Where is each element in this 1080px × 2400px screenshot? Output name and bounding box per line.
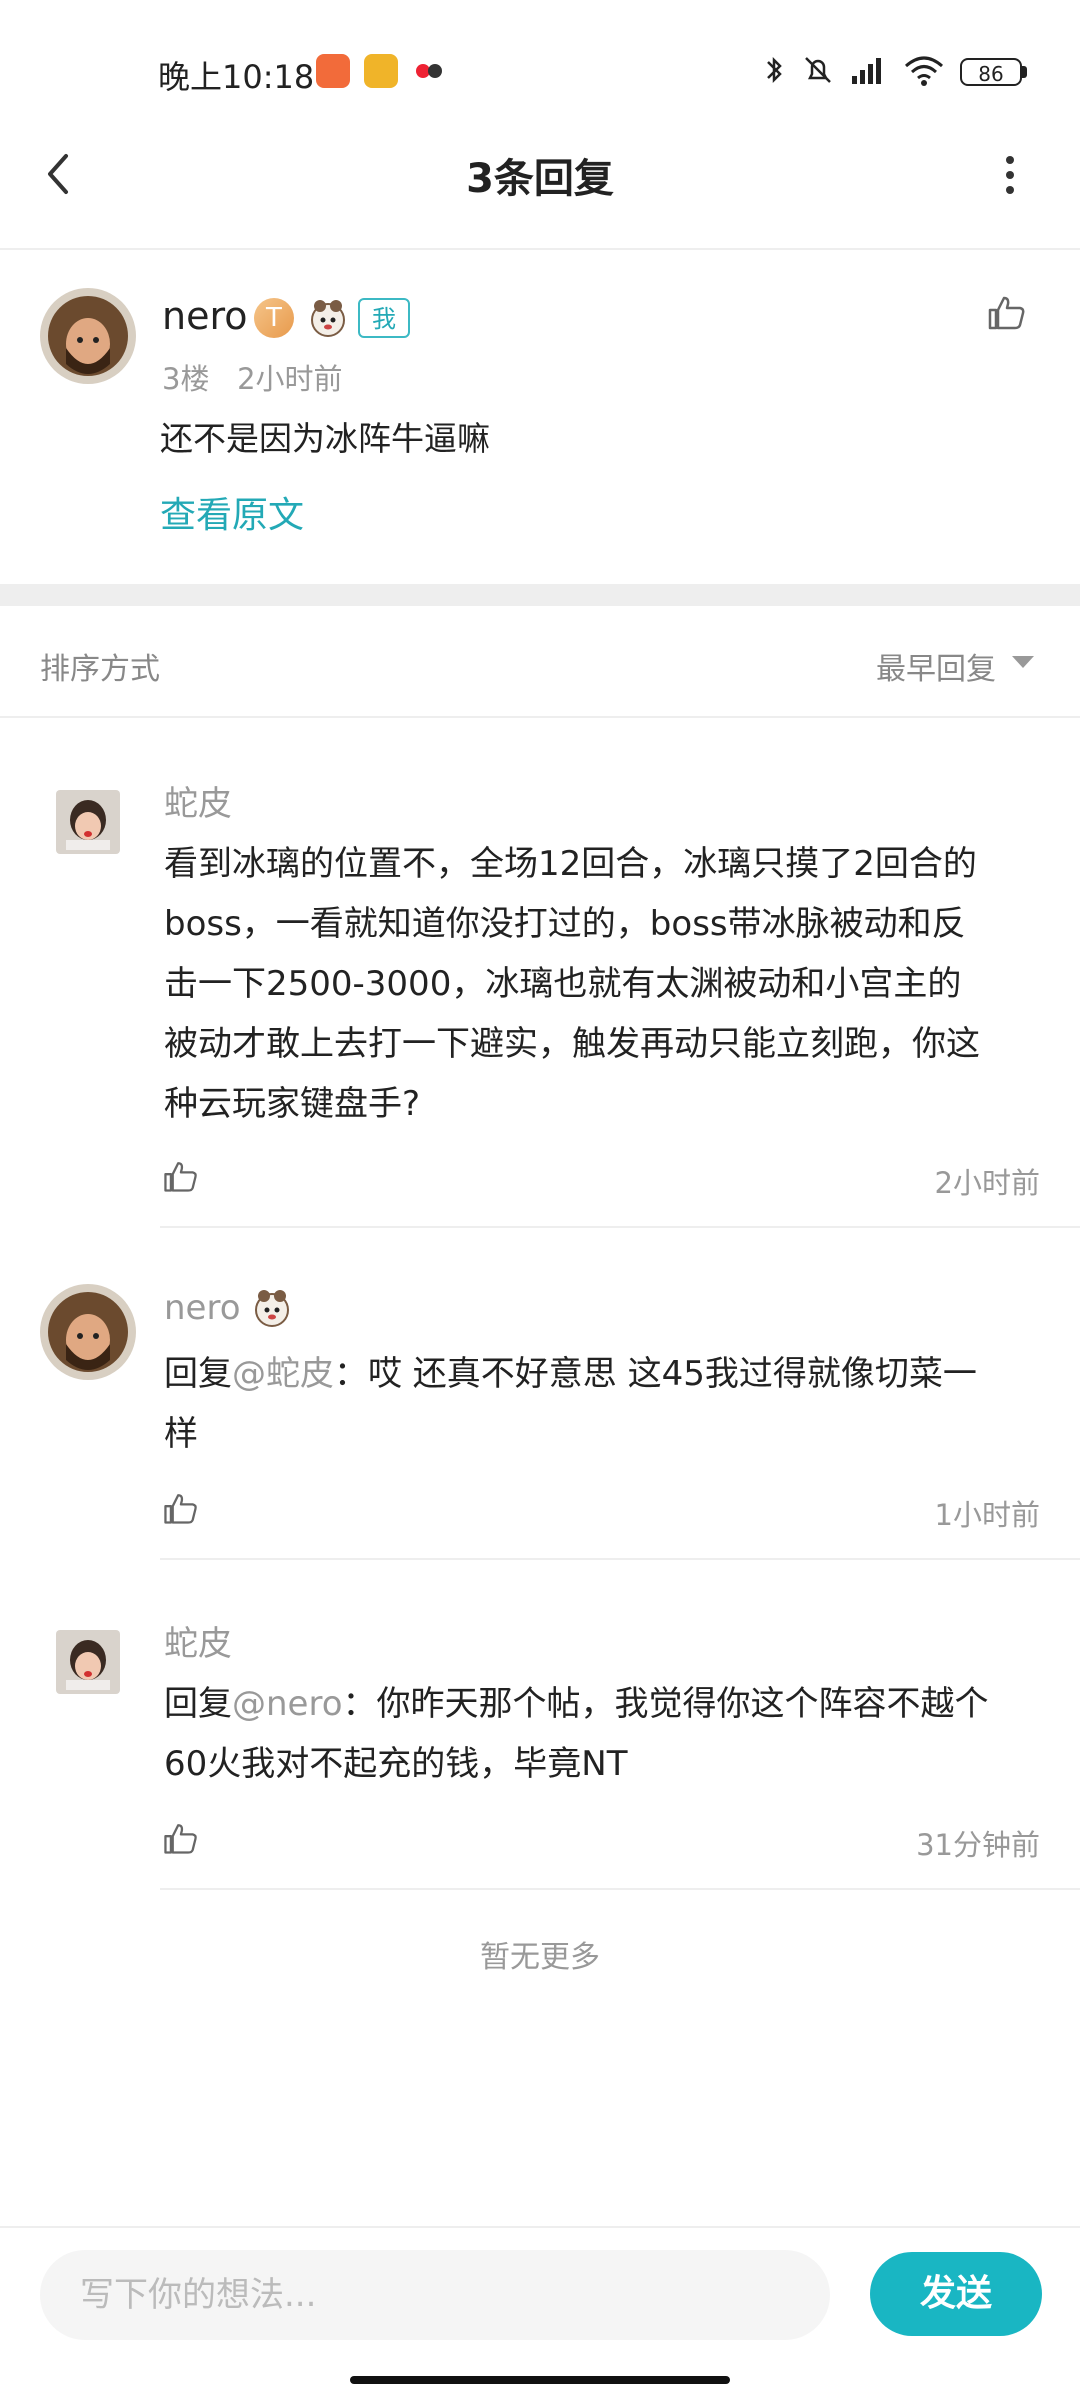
main-comment-avatar[interactable]: [40, 288, 136, 384]
thumbs-up-icon[interactable]: [160, 1156, 200, 1196]
reply-divider: [160, 1226, 1080, 1228]
reply-time: 31分钟前: [916, 1828, 1040, 1862]
me-badge: 我: [358, 298, 410, 338]
mascot-badge-icon: [306, 296, 350, 340]
no-more-text: 暂无更多: [480, 1940, 600, 1975]
page-title: 3条回复: [466, 156, 614, 202]
game-app-icon: [412, 54, 446, 88]
sort-label: 排序方式: [40, 652, 160, 687]
home-indicator[interactable]: [350, 2376, 730, 2384]
chevron-down-icon[interactable]: [1012, 656, 1034, 668]
reply-divider: [160, 1888, 1080, 1890]
reply-text: 回复@蛇皮：哎 还真不好意思 这45我过得就像切菜一 样: [164, 1344, 1044, 1464]
main-comment-text: 还不是因为冰阵牛逼嘛: [160, 419, 490, 458]
reply-avatar[interactable]: [40, 1284, 136, 1380]
reply-prefix: 回复: [164, 1684, 232, 1724]
signal-icon: [846, 52, 882, 88]
battery-tip: [1022, 66, 1027, 78]
thumbs-up-icon[interactable]: [160, 1488, 200, 1528]
mute-bell-icon: [800, 52, 836, 88]
main-comment-meta: 3楼 2小时前: [162, 362, 343, 396]
more-options-button[interactable]: [990, 150, 1030, 200]
bluetooth-icon: [756, 52, 792, 88]
sort-divider: [0, 716, 1080, 718]
reply-divider: [160, 1558, 1080, 1560]
reply-time: 1小时前: [934, 1498, 1040, 1532]
view-original-link[interactable]: 查看原文: [160, 486, 304, 538]
thumbs-up-icon[interactable]: [984, 290, 1028, 334]
main-comment-username[interactable]: nero: [162, 294, 248, 338]
reply-username[interactable]: 蛇皮: [164, 776, 232, 825]
reply-text: 回复@nero：你昨天那个帖，我觉得你这个阵容不越个 60火我对不起充的钱，毕竟…: [164, 1674, 1044, 1794]
status-time: 晚上10:18: [158, 58, 315, 96]
section-divider: [0, 584, 1080, 606]
reply-username[interactable]: 蛇皮: [164, 1616, 232, 1665]
reply-prefix: 回复: [164, 1354, 232, 1394]
thumbs-up-icon[interactable]: [160, 1818, 200, 1858]
reply-avatar[interactable]: [56, 1630, 120, 1694]
wifi-icon: [900, 52, 948, 88]
mention-link[interactable]: @蛇皮: [232, 1354, 334, 1394]
reply-avatar[interactable]: [56, 790, 120, 854]
reply-username[interactable]: nero: [164, 1288, 241, 1328]
mention-link[interactable]: @nero: [232, 1684, 343, 1724]
send-button[interactable]: 发送: [870, 2252, 1042, 2336]
reply-text: 看到冰璃的位置不，全场12回合，冰璃只摸了2回合的 boss，一看就知道你没打过…: [164, 844, 980, 1124]
battery-indicator: 86: [960, 58, 1022, 86]
bottom-divider: [0, 2226, 1080, 2228]
reply-time: 2小时前: [934, 1166, 1040, 1200]
level-badge: T: [254, 298, 294, 338]
shopping-app-icon: [316, 54, 350, 88]
comment-input[interactable]: 写下你的想法...: [40, 2250, 830, 2340]
sort-dropdown[interactable]: 最早回复: [876, 644, 996, 688]
mascot-badge-icon: [250, 1286, 294, 1330]
mail-icon: [364, 54, 398, 88]
